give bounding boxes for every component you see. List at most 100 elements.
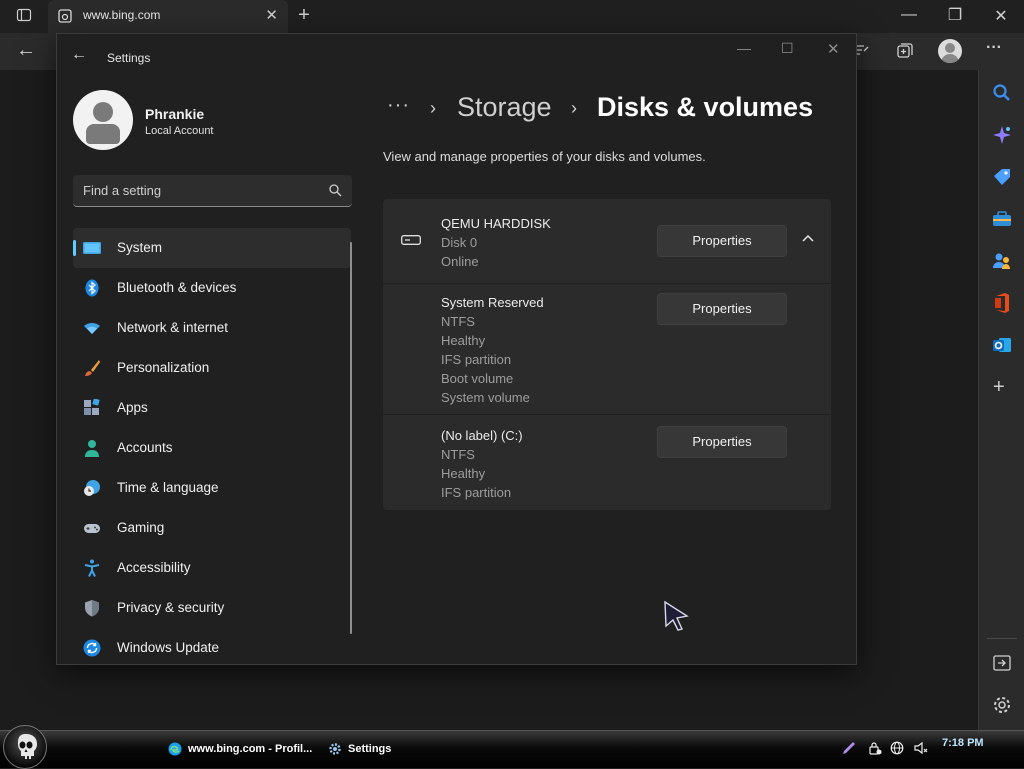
chevron-up-icon[interactable] xyxy=(801,233,815,243)
split-icon[interactable] xyxy=(991,652,1013,674)
nav-item-apps[interactable]: Apps xyxy=(73,388,351,428)
network-globe-icon[interactable] xyxy=(890,741,904,755)
browser-sidebar: + xyxy=(978,70,1024,730)
taskbar-item-label: www.bing.com - Profil... xyxy=(188,743,313,755)
find-setting-box[interactable] xyxy=(73,175,352,207)
new-tab-icon[interactable]: + xyxy=(294,4,314,26)
system-icon xyxy=(83,242,101,254)
nav-label: Time & language xyxy=(117,480,219,495)
nav-item-network[interactable]: Network & internet xyxy=(73,308,351,348)
profile-avatar-icon[interactable] xyxy=(938,39,962,63)
search-icon xyxy=(329,184,342,197)
people-icon[interactable] xyxy=(991,250,1013,272)
nav-item-accessibility[interactable]: Accessibility xyxy=(73,548,351,588)
browser-tab-bar: www.bing.com ✕ + — ❐ ✕ xyxy=(0,0,1024,33)
account-type: Local Account xyxy=(145,125,214,137)
globe-clock-icon xyxy=(84,480,100,496)
tab-title: www.bing.com xyxy=(83,8,161,22)
close-tab-icon[interactable]: ✕ xyxy=(265,6,278,24)
settings-icon[interactable] xyxy=(991,694,1013,716)
nav-item-gaming[interactable]: Gaming xyxy=(73,508,351,548)
close-icon[interactable]: ✕ xyxy=(827,40,840,58)
volume-properties-button[interactable]: Properties xyxy=(657,293,787,325)
nav-label: Personalization xyxy=(117,360,210,375)
page-favicon-icon xyxy=(58,9,72,23)
taskbar-item-settings[interactable]: Settings xyxy=(324,737,474,763)
restore-icon[interactable]: ❐ xyxy=(946,5,964,25)
settings-titlebar: ← Settings — ☐ ✕ xyxy=(57,34,856,82)
mouse-cursor-icon xyxy=(664,600,689,631)
nav-item-windows-update[interactable]: Windows Update xyxy=(73,628,351,668)
nav-label: Apps xyxy=(117,400,148,415)
disk-status: Online xyxy=(441,254,479,269)
nav-item-system[interactable]: System xyxy=(73,228,351,268)
add-icon[interactable]: + xyxy=(993,376,1005,399)
more-options-icon[interactable]: ··· xyxy=(986,39,1002,57)
nav-label: System xyxy=(117,240,163,255)
disk-index: Disk 0 xyxy=(441,235,478,250)
browser-tab[interactable]: www.bing.com ✕ xyxy=(48,0,288,33)
office-icon[interactable] xyxy=(991,292,1013,314)
volume-properties-button[interactable]: Properties xyxy=(657,426,787,458)
edge-icon xyxy=(168,742,182,756)
disk-card[interactable]: QEMU HARDDISK Disk 0 Online Properties xyxy=(383,199,831,283)
wifi-icon xyxy=(84,322,100,334)
search-input[interactable] xyxy=(73,175,352,206)
volume-partition-type: IFS partition xyxy=(441,352,512,367)
disk-properties-button[interactable]: Properties xyxy=(657,225,787,257)
volume-muted-icon[interactable] xyxy=(914,741,928,755)
volume-system: System volume xyxy=(441,390,530,405)
back-arrow-icon[interactable]: ← xyxy=(71,46,87,64)
collections-icon[interactable] xyxy=(896,42,914,60)
nav-label: Bluetooth & devices xyxy=(117,280,237,295)
search-icon[interactable] xyxy=(991,82,1013,104)
disk-name: QEMU HARDDISK xyxy=(441,216,551,231)
accessibility-icon xyxy=(84,559,100,577)
shopping-icon[interactable] xyxy=(991,166,1013,188)
window-title: Settings xyxy=(107,51,151,65)
volume-card-system-reserved: System Reserved NTFS Healthy IFS partiti… xyxy=(383,284,831,414)
nav-scrollbar[interactable] xyxy=(350,242,352,634)
gamepad-icon xyxy=(84,524,100,533)
minimize-icon[interactable]: — xyxy=(737,40,751,56)
page-description: View and manage properties of your disks… xyxy=(383,149,706,164)
chevron-right-icon: › xyxy=(430,98,436,118)
nav-item-personalization[interactable]: Personalization xyxy=(73,348,351,388)
taskbar: www.bing.com - Profil... Settings 7:18 P… xyxy=(0,725,1024,769)
minimize-icon[interactable]: — xyxy=(900,6,918,24)
pen-icon[interactable] xyxy=(842,741,856,755)
nav-item-time-language[interactable]: Time & language xyxy=(73,468,351,508)
volume-health: Healthy xyxy=(441,333,486,348)
breadcrumb-overflow-button[interactable]: ··· xyxy=(387,94,410,117)
nav-item-accounts[interactable]: Accounts xyxy=(73,428,351,468)
breadcrumb-storage-link[interactable]: Storage xyxy=(457,92,552,123)
taskbar-item-edge[interactable]: www.bing.com - Profil... xyxy=(164,737,314,763)
user-avatar[interactable] xyxy=(73,90,133,150)
back-icon[interactable]: ← xyxy=(16,39,36,62)
start-button[interactable] xyxy=(3,725,47,769)
sidebar-divider xyxy=(987,638,1017,639)
taskbar-item-label: Settings xyxy=(348,743,392,755)
tab-actions-icon[interactable] xyxy=(14,7,34,25)
outlook-icon[interactable] xyxy=(991,334,1013,356)
user-name: Phrankie xyxy=(145,106,205,122)
volume-health: Healthy xyxy=(441,466,486,481)
nav-item-bluetooth[interactable]: Bluetooth & devices xyxy=(73,268,351,308)
nav-label: Privacy & security xyxy=(117,600,225,615)
shield-icon xyxy=(85,600,99,617)
update-icon xyxy=(83,639,101,657)
tools-icon[interactable] xyxy=(991,208,1013,230)
settings-window: ← Settings — ☐ ✕ Phrankie Local Account … xyxy=(56,33,857,665)
volume-label: (No label) (C:) xyxy=(441,428,523,443)
security-lock-icon[interactable] xyxy=(868,741,882,755)
close-window-icon[interactable]: ✕ xyxy=(992,6,1010,26)
nav-item-privacy-security[interactable]: Privacy & security xyxy=(73,588,351,628)
accounts-icon xyxy=(85,440,99,457)
maximize-icon[interactable]: ☐ xyxy=(781,40,794,57)
copilot-icon[interactable] xyxy=(991,124,1013,146)
brush-icon xyxy=(85,360,100,376)
volume-filesystem: NTFS xyxy=(441,447,475,462)
nav-label: Accounts xyxy=(117,440,173,455)
taskbar-clock[interactable]: 7:18 PM xyxy=(942,737,984,749)
volume-filesystem: NTFS xyxy=(441,314,475,329)
